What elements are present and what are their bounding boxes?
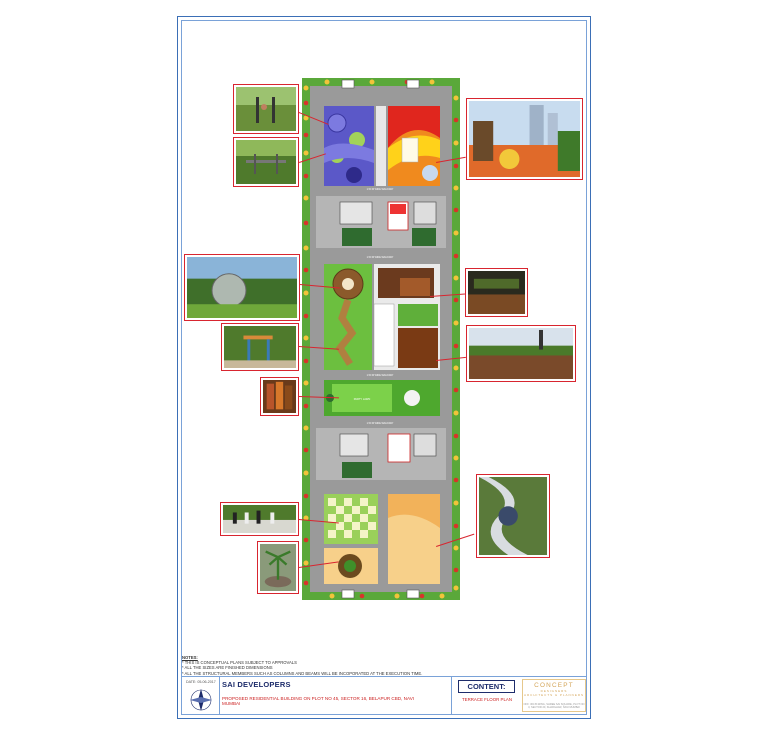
kids-climbing-photo bbox=[221, 323, 299, 371]
north-arrow-cell: DATE: 05-06-2017 bbox=[182, 677, 220, 715]
sheet-title: TERRACE FLOOR PLAN bbox=[461, 697, 512, 702]
zone-palm-planter bbox=[324, 548, 378, 584]
deck-seating-photo bbox=[465, 268, 528, 317]
content-label: CONTENT: bbox=[458, 680, 515, 693]
zone-chess-board bbox=[324, 494, 378, 544]
firm-name: CONCEPT bbox=[534, 682, 574, 689]
zone-service-core-2 bbox=[316, 428, 446, 480]
firm-logo: CONCEPT DESIGNERS ARCHITECTS & PLANNERS … bbox=[522, 679, 586, 712]
zone-outdoor-gym bbox=[324, 106, 374, 186]
zone-kids-play bbox=[388, 106, 440, 186]
vertical-garden-photo bbox=[260, 377, 299, 416]
svg-text:1.50 M WIDE WALKWAY: 1.50 M WIDE WALKWAY bbox=[367, 256, 394, 259]
outdoor-gym-photo-2 bbox=[233, 137, 299, 187]
firm-address: OFF: 304 B-WING, SHREE SAI SQUARE, PLOT … bbox=[523, 703, 585, 710]
date-label: DATE: 05-06-2017 bbox=[186, 680, 216, 684]
svg-text:1.50 M WIDE WALKWAY: 1.50 M WIDE WALKWAY bbox=[367, 188, 394, 191]
palm-planter-photo bbox=[257, 541, 299, 594]
notes-block: NOTES: * THIS IS CONCEPTUAL PLANS SUBJEC… bbox=[182, 655, 587, 676]
chess-board-photo bbox=[220, 502, 299, 536]
project-description: PROPOSED RESIDENTIAL BUILDING ON PLOT NO… bbox=[222, 696, 415, 707]
client-name: SAI DEVELOPERS bbox=[222, 680, 291, 689]
north-arrow-icon bbox=[190, 689, 212, 711]
zone-party-lawn bbox=[324, 380, 440, 416]
svg-text:1.50 M WIDE WALKWAY: 1.50 M WIDE WALKWAY bbox=[367, 422, 394, 425]
zone-pavilion-garden bbox=[324, 264, 372, 370]
pebble-pathway-photo bbox=[476, 474, 550, 558]
svg-text:1.50 M WIDE WALKWAY: 1.50 M WIDE WALKWAY bbox=[367, 374, 394, 377]
zone-wooden-decks bbox=[373, 264, 440, 370]
zone-sculpture-pathway bbox=[388, 494, 440, 584]
svg-text:PARTY LAWN: PARTY LAWN bbox=[354, 397, 371, 401]
firm-tag: ARCHITECTS & PLANNERS bbox=[523, 693, 584, 697]
zone-service-core-1 bbox=[316, 196, 446, 248]
terrace-deck-photo bbox=[466, 325, 576, 382]
outdoor-gym-photo-1 bbox=[233, 84, 299, 134]
kids-play-area-photo bbox=[466, 98, 583, 180]
sphere-pavilion-photo bbox=[184, 254, 300, 321]
